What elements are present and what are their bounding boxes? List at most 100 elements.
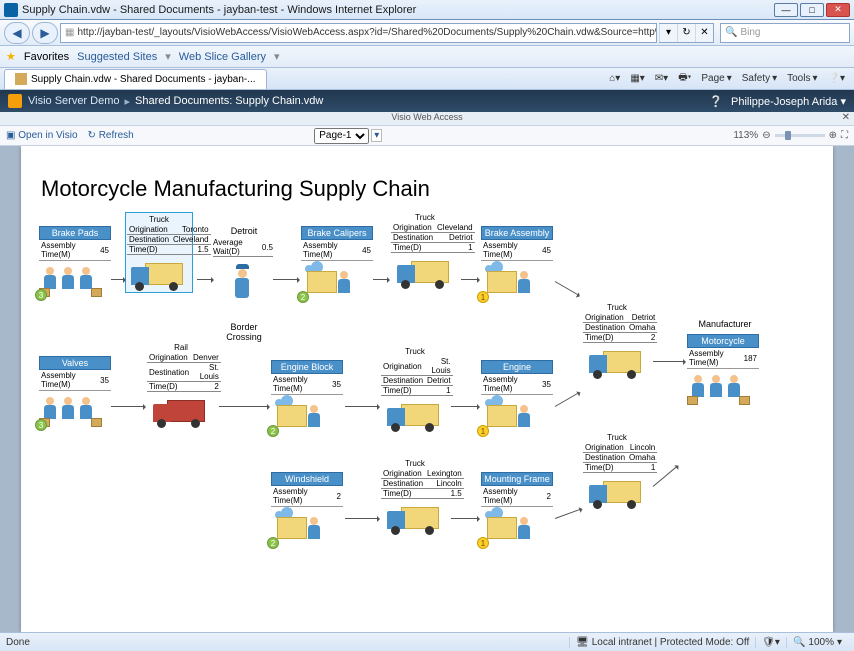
rank-badge: 2 xyxy=(267,425,279,437)
vwa-close-button[interactable]: ✕ xyxy=(842,112,850,123)
status-text: Done xyxy=(6,637,30,648)
refresh-diagram-button[interactable]: ↻ Refresh xyxy=(88,130,134,141)
rank-badge: 1 xyxy=(477,537,489,549)
url-input[interactable]: ▦ http://jayban-test/_layouts/VisioWebAc… xyxy=(60,23,657,43)
home-button[interactable]: ⌂▾ xyxy=(604,73,625,84)
truck-detroit-omaha[interactable]: Truck OriginationDetriot DestinationOmah… xyxy=(583,302,651,379)
rank-badge: 3 xyxy=(35,419,47,431)
protected-mode-icon[interactable]: 🛡▾ xyxy=(755,637,786,648)
url-dropdown-button[interactable]: ▾ xyxy=(659,24,677,42)
rail-denver-stlouis[interactable]: Rail OriginationDenver DestinationSt. Lo… xyxy=(147,342,215,428)
mail-button[interactable]: ✉▾ xyxy=(650,73,673,84)
safety-menu[interactable]: Safety ▾ xyxy=(737,73,782,84)
web-slice-link[interactable]: Web Slice Gallery xyxy=(179,51,266,63)
search-placeholder: Bing xyxy=(740,27,760,38)
zoom-in-button[interactable]: ⊕ xyxy=(829,130,837,141)
node-engine[interactable]: Engine Assembly Time(M)35 1 xyxy=(481,360,553,433)
window-title: Supply Chain.vdw - Shared Documents - ja… xyxy=(22,4,774,16)
avg-wait-table: Average Wait(D)0.5 xyxy=(213,238,273,257)
truck-toronto-cleveland[interactable]: Truck OriginationToronto DestinationClev… xyxy=(125,212,193,293)
suggested-sites-link[interactable]: Suggested Sites xyxy=(77,51,157,63)
node-brake-calipers[interactable]: Brake Calipers Assembly Time(M)45 2 xyxy=(301,226,373,299)
sharepoint-breadcrumb: Visio Server Demo ▸ Shared Documents: Su… xyxy=(0,90,854,112)
node-windshield[interactable]: Windshield Assembly Time(M)2 2 xyxy=(271,472,343,545)
arrow xyxy=(461,279,479,280)
truck-lexington-lincoln[interactable]: Truck OriginationLexington DestinationLi… xyxy=(381,458,449,535)
forward-button[interactable]: ▶ xyxy=(32,22,58,44)
minimize-button[interactable]: — xyxy=(774,3,798,17)
arrow xyxy=(555,392,580,407)
tabs-bar: Supply Chain.vdw - Shared Documents - ja… xyxy=(0,68,854,90)
node-motorcycle[interactable]: Motorcycle Assembly Time(M)187 xyxy=(687,334,759,405)
tools-menu[interactable]: Tools ▾ xyxy=(782,73,822,84)
node-engine-block[interactable]: Engine Block Assembly Time(M)35 2 xyxy=(271,360,343,433)
arrow xyxy=(197,279,213,280)
arrow xyxy=(219,406,269,407)
zoom-status[interactable]: 🔍 100% ▾ xyxy=(786,637,848,648)
zoom-slider[interactable] xyxy=(775,134,825,137)
page-selector[interactable]: Page-1 ▾ xyxy=(314,128,382,144)
vwa-toolbar: ▣ Open in Visio ↻ Refresh Page-1 ▾ 113% … xyxy=(0,126,854,146)
sharepoint-icon xyxy=(8,94,22,108)
close-button[interactable]: ✕ xyxy=(826,3,850,17)
node-valves[interactable]: Valves Assembly Time(M)35 3 xyxy=(39,356,111,427)
back-button[interactable]: ◀ xyxy=(4,22,30,44)
url-text: http://jayban-test/_layouts/VisioWebAcce… xyxy=(77,27,657,38)
address-bar: ◀ ▶ ▦ http://jayban-test/_layouts/VisioW… xyxy=(0,20,854,46)
arrow xyxy=(111,406,145,407)
node-mounting-frame[interactable]: Mounting Frame Assembly Time(M)2 1 xyxy=(481,472,553,545)
page-menu[interactable]: Page ▾ xyxy=(696,73,736,84)
rank-badge: 3 xyxy=(35,289,47,301)
truck-lincoln-omaha[interactable]: Truck OriginationLincoln DestinationOmah… xyxy=(583,432,651,509)
favorites-bar: ★ Favorites Suggested Sites ▾ Web Slice … xyxy=(0,46,854,68)
label-manufacturer: Manufacturer xyxy=(685,319,765,329)
truck-cleveland-detroit[interactable]: Truck OriginationCleveland DestinationDe… xyxy=(391,212,459,289)
print-button[interactable]: 🖶▾ xyxy=(673,70,696,87)
site-link[interactable]: Visio Server Demo xyxy=(28,95,120,107)
intranet-icon: 🖥 xyxy=(576,637,589,648)
arrow xyxy=(555,508,582,519)
ie-favicon-icon xyxy=(4,3,18,17)
library-title: Shared Documents: Supply Chain.vdw xyxy=(135,95,323,107)
diagram-title: Motorcycle Manufacturing Supply Chain xyxy=(41,176,430,202)
help-icon[interactable]: ❔ xyxy=(709,95,723,108)
arrow xyxy=(451,518,479,519)
search-icon: 🔍 xyxy=(725,27,737,38)
refresh-button[interactable]: ↻ xyxy=(677,24,695,42)
truck-stlouis-detroit[interactable]: Truck OriginationSt. Louis DestinationDe… xyxy=(381,346,449,432)
rank-badge: 2 xyxy=(297,291,309,303)
arrow xyxy=(111,279,125,280)
zoom-label: 113% xyxy=(733,130,758,141)
zoom-out-button[interactable]: ⊖ xyxy=(762,130,770,141)
open-in-visio-button[interactable]: ▣ Open in Visio xyxy=(6,130,78,141)
favorites-label[interactable]: Favorites xyxy=(24,51,69,63)
vwa-title: Visio Web Access xyxy=(391,112,462,122)
border-guard-icon xyxy=(235,264,249,298)
arrow xyxy=(555,281,580,296)
diagram-canvas[interactable]: Motorcycle Manufacturing Supply Chain Br… xyxy=(0,146,854,632)
document-tab[interactable]: Supply Chain.vdw - Shared Documents - ja… xyxy=(4,69,267,89)
rank-badge: 1 xyxy=(477,291,489,303)
label-border-crossing: Border Crossing xyxy=(217,322,271,342)
search-input[interactable]: 🔍 Bing xyxy=(720,23,850,43)
node-brake-assembly[interactable]: Brake Assembly Assembly Time(M)45 1 xyxy=(481,226,553,299)
node-brake-pads[interactable]: Brake Pads Assembly Time(M)45 3 xyxy=(39,226,111,297)
page-icon: ▦ xyxy=(65,27,74,38)
arrow xyxy=(345,406,379,407)
feeds-button[interactable]: ▦▾ xyxy=(625,73,649,84)
user-menu[interactable]: Philippe-Joseph Arida ▾ xyxy=(731,95,846,108)
favorites-star-icon[interactable]: ★ xyxy=(6,50,16,63)
arrow xyxy=(653,361,685,362)
stop-button[interactable]: ✕ xyxy=(695,24,713,42)
help-button[interactable]: ❔▾ xyxy=(823,73,850,84)
label-detroit: Detroit xyxy=(219,226,269,236)
rank-badge: 1 xyxy=(477,425,489,437)
tab-label: Supply Chain.vdw - Shared Documents - ja… xyxy=(31,74,256,85)
vwa-title-bar: Visio Web Access ✕ xyxy=(0,112,854,126)
window-titlebar: Supply Chain.vdw - Shared Documents - ja… xyxy=(0,0,854,20)
arrow xyxy=(273,279,299,280)
zoom-fit-button[interactable]: ⛶ xyxy=(841,130,848,141)
status-bar: Done 🖥Local intranet | Protected Mode: O… xyxy=(0,632,854,651)
maximize-button[interactable]: □ xyxy=(800,3,824,17)
rank-badge: 2 xyxy=(267,537,279,549)
